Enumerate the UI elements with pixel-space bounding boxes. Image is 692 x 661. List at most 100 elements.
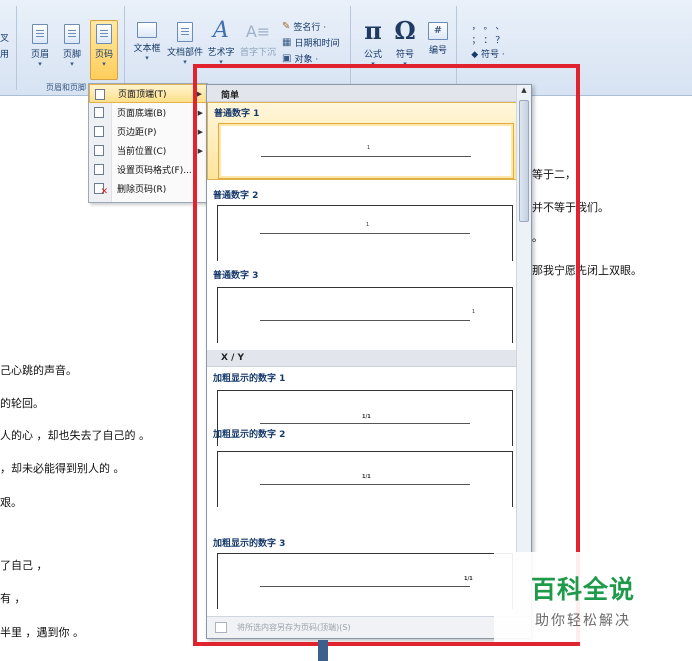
scroll-up-icon[interactable]: ▲ (519, 86, 529, 96)
text-box-label: 文本框 (133, 44, 161, 54)
pi-icon: π (364, 16, 382, 45)
group-separator (456, 6, 457, 90)
page-number-preview: 1 (472, 309, 476, 315)
numbering-button[interactable]: # 编号 (424, 22, 452, 56)
dropcap-icon: A≡ (245, 22, 271, 41)
insert-ribbon: 叉 用 页眉 ▾ 页脚 ▾ 页码 ▾ 页眉和页脚 文本框 ▾ 文档部件 ▾ A … (0, 0, 692, 96)
signature-line-label: 签名行 · (293, 23, 327, 33)
page-margin-icon (94, 126, 104, 137)
symbol-button[interactable]: Ω 符号 ▾ (390, 18, 420, 69)
watermark-title: 百科全说 (530, 575, 635, 604)
doc-text-line: 人的心 ，却也失去了自己的 。 (0, 429, 150, 442)
wordart-icon: A (213, 18, 229, 43)
gallery-footer-label: 将所选内容另存为页码(顶端)(S) (237, 623, 351, 632)
gallery-scrollbar[interactable]: ▲ (516, 85, 531, 615)
gallery-item-label: 普通数字 2 (213, 191, 259, 201)
punctuation-icons: ， 。 、 ； ： ？ (471, 22, 505, 46)
dropcap-button[interactable]: A≡ 首字下沉 (238, 22, 278, 58)
group-separator (350, 6, 351, 90)
gallery-item-bold-number-2[interactable]: 加粗显示的数字 2 1/1 (207, 424, 517, 507)
page-number-preview: 1/1 (464, 576, 473, 582)
text-box-button[interactable]: 文本框 ▾ (132, 22, 162, 63)
object-icon: ▣ (282, 53, 292, 64)
text-box-icon (137, 22, 157, 38)
gallery-item-label: 加粗显示的数字 1 (213, 374, 286, 384)
header-rule (261, 156, 471, 157)
page-number-icon (96, 24, 112, 44)
gallery-item-label: 加粗显示的数字 3 (213, 539, 286, 549)
delete-page-number-icon (94, 183, 108, 197)
page-number-preview: 1/1 (362, 474, 371, 480)
header-rule (260, 320, 470, 321)
chevron-down-icon: ▾ (38, 60, 42, 68)
datetime-button[interactable]: ▦ 日期和时间 (282, 36, 339, 49)
object-label: 对象 · (294, 55, 319, 65)
chevron-down-icon: ▾ (145, 54, 149, 62)
menu-item-bottom-of-page[interactable]: 页面底端(B) ▶ (89, 103, 207, 122)
gallery-item-bold-number-3[interactable]: 加粗显示的数字 3 1/1 (207, 533, 517, 611)
special-symbols-grid[interactable]: ， 。 、 ； ： ？ ◆ 符号 · (464, 20, 512, 62)
numbering-icon: # (428, 22, 448, 40)
doc-parts-button[interactable]: 文档部件 ▾ (166, 22, 204, 67)
page-number-label: 页码 (94, 50, 113, 60)
header-rule (260, 484, 470, 485)
group-separator (16, 6, 17, 90)
menu-item-format-page-numbers[interactable]: 设置页码格式(F)... (89, 160, 207, 179)
doc-text-line: ，却未必能得到别人的 。 (0, 462, 125, 475)
gallery-item-plain-number-1[interactable]: 普通数字 1 1 (207, 102, 517, 180)
partial-label-2: 用 (0, 50, 10, 60)
gallery-item-plain-number-2[interactable]: 普通数字 2 1 (207, 185, 517, 263)
menu-item-label: 页面底端(B) (117, 109, 167, 119)
menu-item-remove-page-numbers[interactable]: 删除页码(R) (89, 179, 207, 198)
page-bottom-icon (94, 107, 104, 118)
menu-item-top-of-page[interactable]: 页面顶端(T) ▶ (89, 84, 207, 103)
menu-item-page-margins[interactable]: 页边距(P) ▶ (89, 122, 207, 141)
doc-text-line: 己心跳的声音。 (0, 364, 77, 377)
scrollbar-thumb[interactable] (519, 100, 529, 222)
page-number-gallery: 简单 普通数字 1 1 普通数字 2 1 普通数字 3 1 X / Y 加粗显示… (206, 84, 532, 639)
format-page-number-icon (94, 164, 104, 175)
partial-ribbon-button[interactable]: 叉 用 (0, 28, 9, 60)
wordart-button[interactable]: A 艺术字 ▾ (206, 20, 236, 67)
object-button[interactable]: ▣ 对象 · (282, 52, 318, 65)
footer-icon (64, 24, 80, 44)
page-number-menu: 页面顶端(T) ▶ 页面底端(B) ▶ 页边距(P) ▶ 当前位置(C) ▶ 设… (88, 83, 208, 203)
gallery-section-simple: 简单 (207, 85, 517, 102)
footer-button[interactable]: 页脚 ▾ (60, 24, 84, 69)
header-button[interactable]: 页眉 ▾ (28, 24, 52, 69)
chevron-down-icon: ▾ (102, 60, 106, 68)
signature-line-button[interactable]: ✎ 签名行 · (282, 20, 326, 33)
partial-label-1: 叉 (0, 34, 10, 44)
watermark: 百科全说 助你轻松解决 (494, 552, 672, 642)
header-label: 页眉 (30, 50, 49, 60)
gallery-item-preview: 1/1 (217, 553, 513, 609)
word-window: 叉 用 页眉 ▾ 页脚 ▾ 页码 ▾ 页眉和页脚 文本框 ▾ 文档部件 ▾ A … (0, 0, 692, 661)
current-position-icon (94, 145, 104, 156)
footer-label: 页脚 (62, 50, 81, 60)
menu-item-current-position[interactable]: 当前位置(C) ▶ (89, 141, 207, 160)
gallery-item-plain-number-3[interactable]: 普通数字 3 1 (207, 265, 517, 343)
page-number-preview: 1/1 (362, 414, 371, 420)
gallery-item-label: 普通数字 1 (214, 109, 260, 119)
doc-parts-icon (177, 22, 193, 42)
page-number-preview: 1 (366, 222, 370, 228)
symbol-label: 符号 (395, 50, 414, 60)
save-selection-as-page-number-button[interactable]: 将所选内容另存为页码(顶端)(S) (207, 616, 531, 638)
equation-button[interactable]: π 公式 ▾ (358, 18, 388, 69)
watermark-subtitle: 助你轻松解决 (535, 613, 631, 629)
gallery-item-preview: 1/1 (217, 451, 513, 507)
gallery-item-label: 加粗显示的数字 2 (213, 430, 286, 440)
page-number-button[interactable]: 页码 ▾ (90, 20, 118, 80)
chevron-down-icon: ▾ (219, 58, 223, 66)
bottom-indicator (318, 640, 328, 661)
gallery-section-xy: X / Y (207, 350, 517, 367)
save-gallery-icon (215, 622, 227, 633)
equation-label: 公式 (363, 50, 382, 60)
doc-text-line: 了自己 ， (0, 559, 48, 572)
header-icon (32, 24, 48, 44)
doc-text-line: 有 ， (0, 592, 26, 605)
group-label-header-footer: 页眉和页脚 (46, 83, 86, 92)
chevron-down-icon: ▾ (403, 60, 407, 68)
gallery-item-label: 普通数字 3 (213, 271, 259, 281)
wordart-label: 艺术字 (207, 48, 235, 58)
